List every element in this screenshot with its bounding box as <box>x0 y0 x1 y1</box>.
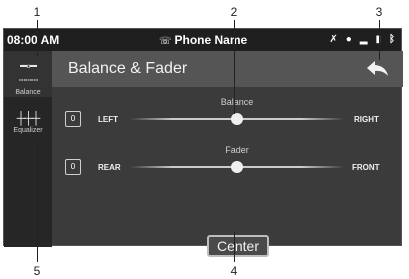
fader-caption: Fader <box>225 145 249 155</box>
balance-right-label: RIGHT <box>354 115 379 124</box>
phone-icon: ☏ <box>159 36 172 47</box>
balance-slider-thumb[interactable] <box>231 113 243 125</box>
callout-3: 3 <box>375 5 383 19</box>
page-header: Balance & Fader <box>52 51 403 87</box>
ta-icon: ● <box>345 34 352 45</box>
sidebar-item-equalizer[interactable]: ┼┼┼ Equalizer <box>4 103 52 149</box>
callout-4-line <box>234 232 235 262</box>
callout-5: 5 <box>33 264 41 278</box>
center-button[interactable]: Center <box>207 235 269 257</box>
sidebar-item-label: Balance <box>15 89 41 96</box>
back-arrow-icon[interactable] <box>363 54 393 84</box>
sidebar-item-label: Equalizer <box>13 127 43 134</box>
phone-name-label: Phone Name <box>174 33 248 47</box>
clock: 08:00 AM <box>7 33 60 47</box>
bluetooth-icon: ᛒ <box>389 34 395 45</box>
status-bar: 08:00 AM ☏Phone Name ✗ ● ▂ ▮ ᛒ <box>4 29 401 51</box>
main-content: Balance 0 LEFT RIGHT Fader 0 REAR FRONT … <box>52 87 403 257</box>
balance-left-label: LEFT <box>98 115 118 124</box>
bluetooth-muted-icon: ✗ <box>329 34 338 45</box>
signal-icon: ▂ <box>359 34 368 45</box>
fader-front-label: FRONT <box>352 163 380 172</box>
callout-1: 1 <box>33 5 41 19</box>
head-unit-screen: 08:00 AM ☏Phone Name ✗ ● ▂ ▮ ᛒ ━▫━┄┄┄ Ba… <box>3 28 403 257</box>
sidebar-item-balance[interactable]: ━▫━ ┄┄┄ Balance <box>4 51 52 97</box>
fader-rear-label: REAR <box>98 163 121 172</box>
equalizer-icon: ┼┼┼ <box>16 111 41 125</box>
balance-value: 0 <box>65 111 81 127</box>
fader-value: 0 <box>65 159 81 175</box>
callout-2-line <box>234 20 235 114</box>
balance-icon: ━▫━ ┄┄┄ <box>18 59 39 87</box>
sidebar: ━▫━ ┄┄┄ Balance ┼┼┼ Equalizer <box>4 51 52 247</box>
page-title: Balance & Fader <box>68 60 188 77</box>
callout-3-line <box>379 20 380 60</box>
callout-5-line <box>37 140 38 262</box>
status-icons: ✗ ● ▂ ▮ ᛒ <box>329 34 395 45</box>
callout-1-line <box>37 20 38 56</box>
fader-slider-thumb[interactable] <box>231 161 243 173</box>
callout-4: 4 <box>230 264 238 278</box>
callout-2: 2 <box>230 5 238 19</box>
balance-caption: Balance <box>220 97 254 107</box>
